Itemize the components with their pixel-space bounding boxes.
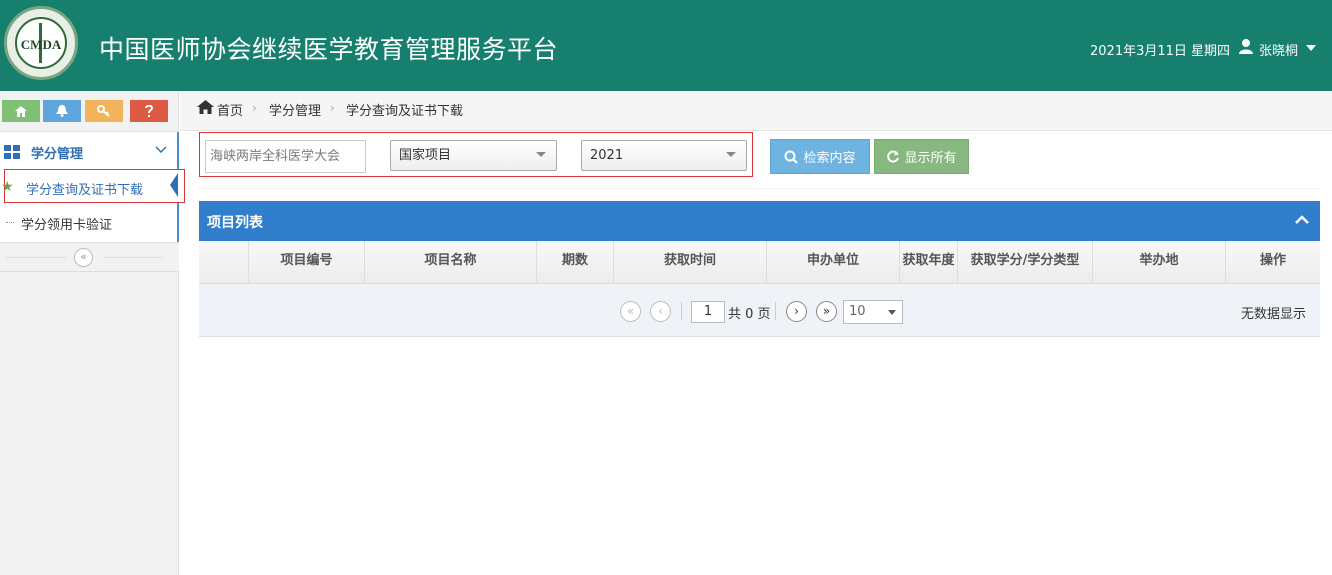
page-size-select[interactable]: 10 (843, 300, 903, 324)
project-list-header: 项目列表 (199, 201, 1320, 241)
user-name[interactable]: 张晓桐 (1259, 40, 1298, 59)
breadcrumb-separator: › (252, 101, 257, 115)
table-header: 项目编号 项目名称 期数 获取时间 申办单位 获取年度 获取学分/学分类型 举办… (199, 241, 1320, 284)
tree-dash (6, 222, 14, 223)
search-button-label: 检索内容 (803, 151, 856, 166)
collapse-line-right (103, 257, 163, 258)
submenu: ★ 学分查询及证书下载 学分领用卡验证 (0, 168, 185, 242)
dropdown-caret-icon (888, 310, 896, 315)
project-list-title: 项目列表 (207, 215, 263, 231)
menu-group-label: 学分管理 (31, 147, 84, 162)
project-type-value: 国家项目 (399, 148, 452, 163)
shortcut-notify-button[interactable] (43, 100, 81, 122)
empty-status: 无数据显示 (1241, 307, 1307, 322)
column-header-project-id[interactable]: 项目编号 (249, 241, 365, 284)
column-header-credit-type[interactable]: 获取学分/学分类型 (958, 241, 1093, 284)
last-page-icon[interactable]: » (816, 301, 837, 322)
key-icon (97, 105, 110, 117)
show-all-button[interactable]: 显示所有 (874, 139, 969, 174)
project-name-input[interactable]: 海峡两岸全科医学大会 (205, 140, 366, 173)
page-size-value: 10 (849, 304, 866, 319)
total-pages: 共 0 页 (728, 307, 771, 322)
column-header-actions[interactable]: 操作 (1226, 241, 1320, 284)
breadcrumb: 首页 › 学分管理 › 学分查询及证书下载 (180, 91, 1332, 131)
prev-page-icon[interactable]: ‹ (650, 301, 671, 322)
breadcrumb-credit-management[interactable]: 学分管理 (269, 100, 321, 119)
filter-group: 海峡两岸全科医学大会 国家项目 2021 (199, 132, 753, 177)
logo-emblem: CMDA (15, 17, 67, 69)
pagination-bar: « ‹ 1 共 0 页 › » 10 无数据显示 (199, 284, 1320, 337)
column-header-checkbox[interactable] (199, 241, 249, 284)
column-header-organizer[interactable]: 申办单位 (767, 241, 900, 284)
menu-group-credit[interactable]: 学分管理 (0, 132, 179, 168)
next-page-icon[interactable]: › (786, 301, 807, 322)
sidebar-item-label: 学分查询及证书下载 (26, 183, 144, 198)
chevron-down-icon[interactable] (155, 145, 167, 155)
question-icon (145, 105, 153, 117)
site-title: 中国医师协会继续医学教育管理服务平台 (99, 35, 559, 64)
home-icon (15, 105, 27, 117)
column-header-project-name[interactable]: 项目名称 (365, 241, 537, 284)
user-menu-caret-icon[interactable] (1306, 45, 1316, 51)
year-value: 2021 (590, 148, 624, 163)
project-type-select[interactable]: 国家项目 (390, 140, 557, 171)
collapse-sidebar-icon[interactable]: « (74, 248, 93, 267)
sidebar-item-card-verify[interactable]: 学分领用卡验证 (0, 205, 177, 241)
cmda-logo: CMDA (4, 6, 78, 80)
breadcrumb-home[interactable]: 首页 (217, 100, 243, 119)
grid-icon (4, 145, 20, 159)
pager-separator (681, 302, 682, 320)
sidebar: 学分管理 ★ 学分查询及证书下载 学分领用卡验证 « (0, 91, 185, 575)
refresh-icon (887, 150, 900, 162)
pager-separator (775, 302, 776, 320)
first-page-icon[interactable]: « (620, 301, 641, 322)
sidebar-collapse-bar: « (0, 242, 179, 272)
chevron-up-icon[interactable] (1295, 215, 1309, 225)
search-icon (784, 150, 799, 164)
home-icon[interactable] (197, 99, 214, 115)
collapse-line-left (6, 257, 66, 258)
show-all-button-label: 显示所有 (904, 151, 957, 166)
shortcut-key-button[interactable] (85, 100, 123, 122)
year-select[interactable]: 2021 (581, 140, 747, 171)
column-header-year[interactable]: 获取年度 (900, 241, 958, 284)
shortcut-home-button[interactable] (2, 100, 40, 122)
sidebar-item-label: 学分领用卡验证 (21, 218, 113, 233)
user-icon[interactable] (1238, 38, 1254, 54)
shortcut-help-button[interactable] (130, 100, 168, 122)
sidebar-item-credit-query[interactable]: ★ 学分查询及证书下载 (1, 169, 185, 203)
column-header-period[interactable]: 期数 (537, 241, 614, 284)
dropdown-caret-icon (726, 152, 736, 157)
breadcrumb-separator: › (330, 101, 335, 115)
dropdown-caret-icon (536, 152, 546, 157)
section-divider (199, 188, 1320, 189)
search-button[interactable]: 检索内容 (770, 139, 870, 174)
star-icon: ★ (1, 179, 14, 195)
active-indicator-arrow (170, 173, 178, 197)
column-header-obtain-time[interactable]: 获取时间 (614, 241, 767, 284)
page-number-input[interactable]: 1 (691, 301, 725, 323)
logo-text: CMDA (20, 37, 62, 52)
breadcrumb-current: 学分查询及证书下载 (346, 104, 464, 119)
column-header-location[interactable]: 举办地 (1093, 241, 1226, 284)
header-date: 2021年3月11日 星期四 (1090, 44, 1231, 59)
bell-icon (56, 105, 68, 117)
top-header: CMDA 中国医师协会继续医学教育管理服务平台 2021年3月11日 星期四 张… (0, 0, 1332, 91)
